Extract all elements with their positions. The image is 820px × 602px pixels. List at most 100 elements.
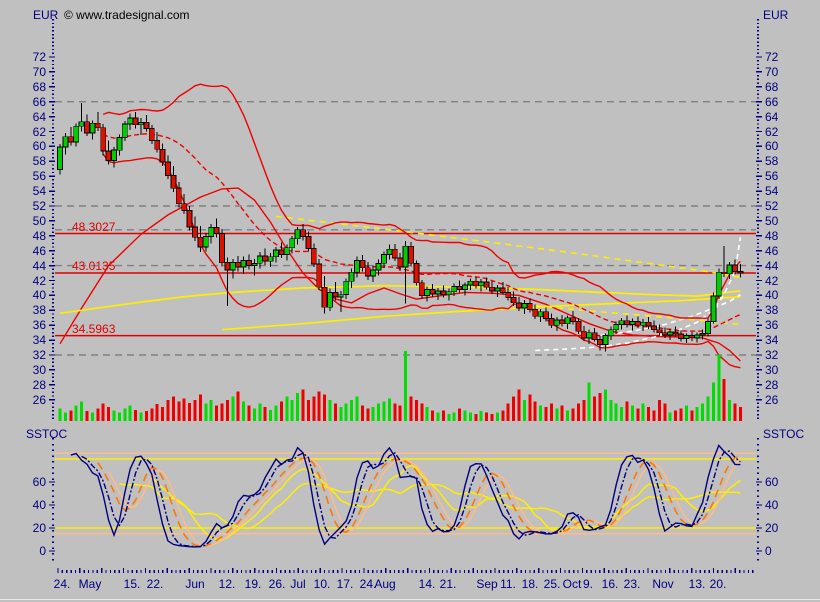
volume-bar [501,411,504,422]
candle-body [673,332,678,334]
volume-bar [458,408,461,421]
candle-body [392,249,397,258]
candle-body [268,257,273,262]
candle-body [635,322,640,326]
candle-body [581,331,586,338]
volume-bar [696,407,699,421]
candle [209,224,214,243]
volume-bar [102,404,105,422]
price-tick-label-left: 36 [14,319,46,331]
volume-bar [329,400,332,421]
candle-body [365,268,370,276]
candle-body [322,287,327,307]
candle-body [625,321,630,325]
volume-bar [334,404,337,422]
candle-body [241,260,246,267]
candle-body [193,227,198,237]
candle-body [279,250,284,255]
candle-body [554,320,559,325]
volume-bar [275,406,278,421]
volume-bar [685,406,688,421]
candle [414,260,419,285]
candle [711,292,716,323]
volume-bar [237,392,240,421]
candle [247,254,252,269]
sstoc-label-right: SSTOC [763,428,804,440]
candle-body [414,263,419,282]
candle [149,125,154,144]
candle [560,315,565,327]
candlestick-series [58,103,743,351]
candle-body [517,303,522,308]
volume-bar [474,414,477,421]
candle [279,243,284,259]
price-tick-label-right: 60 [765,140,778,152]
candle-body [409,246,414,263]
candle-body [441,291,446,295]
volume-bar [690,411,693,422]
volume-bar [140,413,143,421]
candle-body [522,304,527,309]
candle-body [257,256,262,263]
candle [328,289,333,311]
candle [652,321,657,333]
candle-body [203,237,208,247]
volume-bar [269,410,272,421]
price-tick-label-right: 58 [765,155,778,167]
candle [101,124,106,155]
volume-bar [680,408,683,421]
volume-bar [555,408,558,421]
price-tick-label-left: 28 [14,379,46,391]
candle [112,147,117,167]
candle-body [112,150,117,160]
candle-body [149,129,154,141]
volume-bar [183,399,186,421]
sstoc-tick-label-right: 20 [765,522,778,534]
copyright-label: © www.tradesignal.com [64,9,190,21]
volume-bar [64,413,67,421]
candle-body [398,258,403,267]
price-tick-label-left: 66 [14,96,46,108]
candle-body [338,295,343,297]
candle [554,317,559,331]
chart-window: EUR © www.tradesignal.com EUR SSTOC SSTO… [0,0,820,602]
candle [392,244,397,261]
candle [322,276,327,313]
volume-bar [545,407,548,421]
volume-bar [534,401,537,421]
volume-bar [285,397,288,422]
candle-body [106,151,111,161]
candle-body [198,237,203,247]
volume-bar [393,404,396,422]
candle-body [468,281,473,285]
volume-bar [69,411,72,422]
volume-bar [464,411,467,422]
volume-bar [107,407,110,421]
volume-bar [231,397,234,422]
candle-body [101,128,106,151]
price-tick-label-left: 26 [14,394,46,406]
sstoc-tick-label-left: 0 [14,545,46,557]
volume-bar [145,411,148,421]
volume-bar [701,404,704,422]
candle-body [706,322,711,334]
volume-bar [523,400,526,421]
candle-body [182,204,187,211]
volume-bar [215,406,218,421]
price-tick-label-left: 34 [14,334,46,346]
price-tick-label-left: 58 [14,155,46,167]
candle-body [349,272,354,281]
volume-bar [134,410,137,421]
candle [117,134,122,155]
price-tick-label-right: 54 [765,185,778,197]
candle-body [587,333,592,338]
price-tick-label-left: 38 [14,304,46,316]
candle [549,313,554,328]
price-tick-label-right: 72 [765,51,778,63]
volume-bar [496,413,499,421]
volume-bar [582,400,585,421]
volume-bar [615,404,618,422]
candle-body [679,334,684,339]
candle [74,123,79,146]
volume-bar [96,408,99,421]
